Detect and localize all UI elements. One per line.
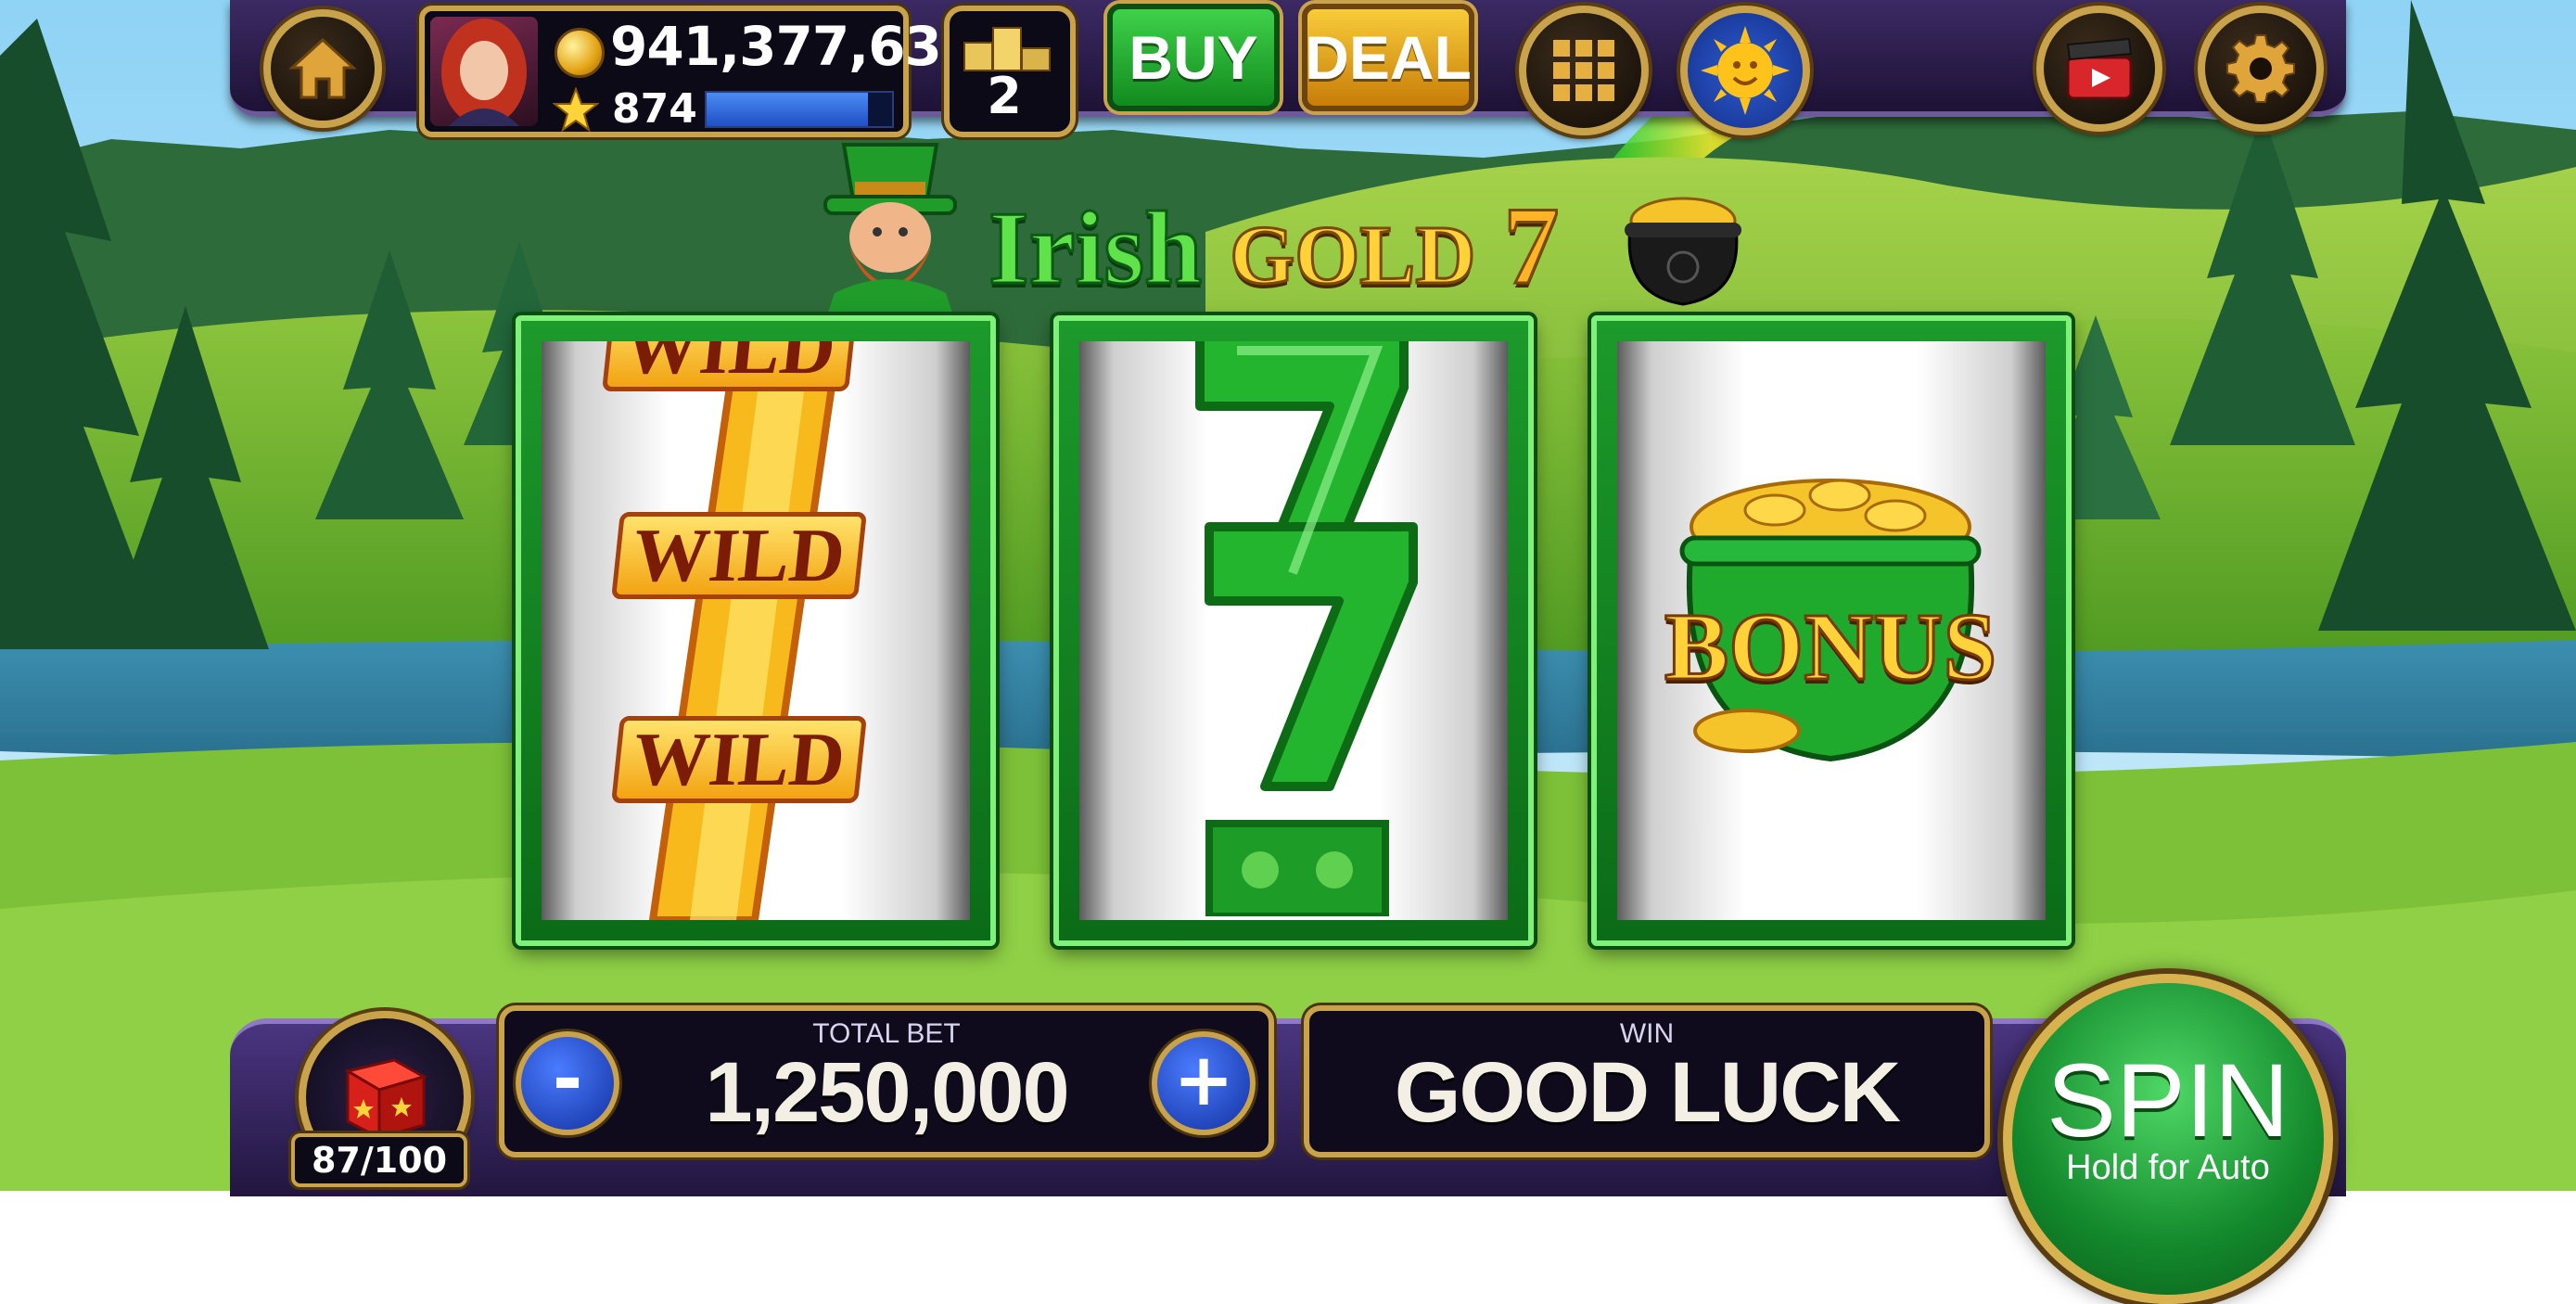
games-menu-button[interactable] [1519, 6, 1649, 135]
leaderboard-button[interactable]: 2 [944, 6, 1076, 137]
pot-of-gold-icon [1625, 197, 1741, 306]
spin-button[interactable]: SPIN Hold for Auto [2003, 974, 2333, 1304]
game-title-gold: GOLD [1229, 209, 1477, 303]
leaderboard-rank: 2 [987, 67, 1022, 125]
buy-button[interactable]: BUY [1107, 4, 1280, 111]
daily-bonus-button[interactable] [1680, 6, 1810, 135]
reel-1: WILD WILD WILD [516, 315, 996, 946]
reel-2 [1053, 315, 1534, 946]
reel-3: BONUS [1591, 315, 2072, 946]
spin-sub-label: Hold for Auto [2066, 1148, 2270, 1187]
home-button[interactable] [263, 9, 382, 128]
coin-icon [555, 28, 605, 78]
win-value: GOOD LUCK [1394, 1045, 1901, 1140]
decrease-bet-button[interactable]: - [516, 1031, 619, 1135]
deal-button[interactable]: DEAL [1302, 4, 1474, 111]
minus-icon: - [552, 1038, 583, 1121]
leprechaun-mascot [823, 143, 957, 321]
game-title: Irish GOLD 7 [987, 182, 1561, 310]
spin-label: SPIN [2047, 1042, 2289, 1158]
podium-icon [963, 27, 1051, 71]
wild-symbol: WILD [602, 341, 858, 391]
bonus-label: BONUS [1663, 593, 1997, 702]
wild-symbol: WILD [611, 512, 867, 599]
game-title-irish: Irish [987, 190, 1203, 308]
player-panel: 941,377,630 874 [419, 6, 978, 137]
grid-icon [1553, 40, 1614, 101]
sun-logo-icon [1701, 26, 1790, 115]
star-icon [553, 87, 599, 132]
home-icon [288, 37, 357, 99]
increase-bet-button[interactable]: + [1152, 1031, 1256, 1135]
settings-button[interactable] [2198, 6, 2324, 132]
clapperboard-icon [2066, 37, 2133, 100]
gift-progress: 87/100 [291, 1133, 467, 1187]
win-panel: WIN GOOD LUCK [1304, 1005, 1990, 1157]
gear-icon [2226, 34, 2295, 103]
green-seven-symbol [1195, 341, 1418, 916]
gift-progress-text: 87/100 [311, 1140, 448, 1181]
gift-box-icon [344, 1058, 427, 1141]
avatar[interactable] [430, 17, 538, 126]
xp-progress-fill [707, 93, 868, 126]
player-level: 874 [612, 85, 697, 133]
xp-progress-bar [705, 91, 894, 128]
plus-icon: + [1173, 1039, 1234, 1122]
game-title-seven: 7 [1502, 183, 1561, 309]
wild-symbol: WILD [611, 716, 867, 803]
coin-balance: 941,377,630 [610, 15, 978, 78]
video-reward-button[interactable] [2036, 6, 2162, 132]
